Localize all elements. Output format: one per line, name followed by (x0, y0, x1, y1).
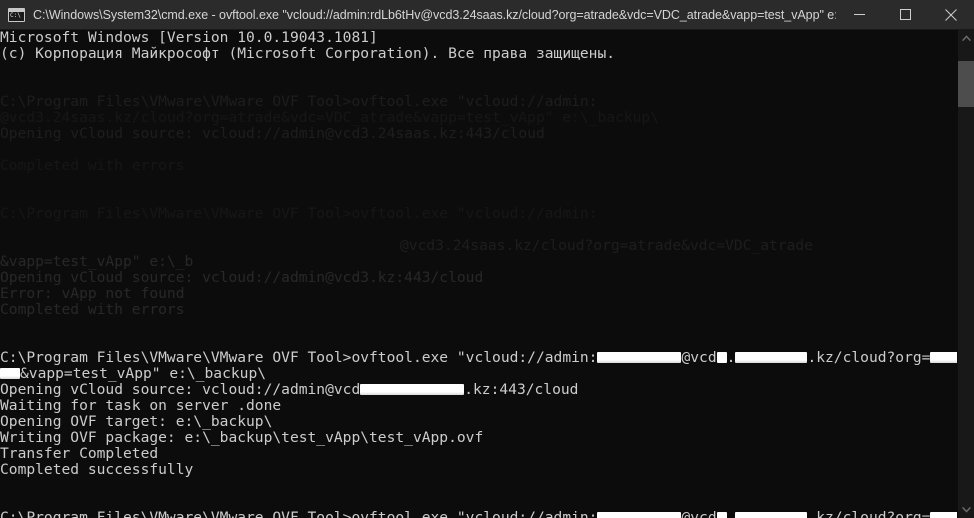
console-line-faded: @vcd3.24saas.kz/cloud?org=atrade&vdc=VDC… (400, 237, 813, 254)
console-line-faded: Opening vCloud source: vcloud://admin@vc… (0, 125, 545, 142)
maximize-button[interactable] (882, 0, 928, 30)
title-bar[interactable]: C:\Windows\System32\cmd.exe - ovftool.ex… (0, 0, 974, 30)
redacted-vdc-wrap (0, 368, 20, 379)
console-line-faded: C:\Program Files\VMware\VMware OVF Tool>… (0, 205, 598, 222)
scroll-up-arrow[interactable] (958, 30, 974, 47)
minimize-button[interactable] (836, 0, 882, 30)
command-arg: .kz/cloud?org= (807, 349, 931, 366)
console-command-line: C:\Program Files\VMware\VMware OVF Tool>… (0, 350, 957, 366)
redacted-org (930, 352, 957, 363)
minimize-icon (853, 14, 865, 15)
output-text: .kz:443/cloud (464, 381, 579, 398)
redacted-host-index (716, 352, 727, 363)
scroll-down-arrow[interactable] (958, 501, 974, 518)
chevron-up-icon (961, 35, 971, 42)
close-button[interactable] (928, 0, 974, 30)
console-output-line: Waiting for task on server .done (0, 397, 282, 414)
scroll-thumb[interactable] (958, 61, 974, 107)
console-text[interactable]: Microsoft Windows [Version 10.0.19043.10… (0, 30, 957, 518)
window-title: C:\Windows\System32\cmd.exe - ovftool.ex… (33, 7, 836, 22)
prompt-path: C:\Program Files\VMware\VMware OVF Tool>… (0, 509, 457, 518)
redacted-host-index (716, 512, 727, 518)
chevron-down-icon (961, 506, 971, 513)
console-output-line: Completed successfully (0, 461, 194, 478)
command-arg: . (726, 509, 736, 518)
redacted-domain (735, 512, 808, 518)
command-arg: &vapp=test_vApp" e:\_backup\ (20, 365, 267, 382)
output-text: Opening vCloud source: vcloud://admin@vc… (0, 381, 361, 398)
close-icon (945, 8, 957, 21)
console-command-line: C:\Program Files\VMware\VMware OVF Tool>… (0, 510, 957, 518)
console-line-faded: C:\Program Files\VMware\VMware OVF Tool>… (0, 93, 598, 110)
console-output-line: Opening OVF target: e:\_backup\ (0, 413, 273, 430)
console-line-faded: @vcd3.24saas.kz/cloud?org=atrade&vdc=VDC… (0, 109, 659, 126)
scrollbar-track[interactable] (958, 47, 974, 501)
console-output-line: Writing OVF package: e:\_backup\test_vAp… (0, 429, 484, 446)
redacted-hostname (360, 384, 465, 395)
console-line-faded: Completed with errors (0, 301, 185, 318)
console-line: Microsoft Windows [Version 10.0.19043.10… (0, 30, 378, 46)
command-arg: "vcloud://admin: (456, 349, 598, 366)
vertical-scrollbar[interactable] (957, 30, 974, 518)
command-arg: @vcd (681, 349, 717, 366)
redacted-org (930, 512, 957, 518)
console-line-faded: Error: vApp not found (0, 285, 185, 302)
command-arg: "vcloud://admin: (456, 509, 598, 518)
console-output-line: Opening vCloud source: vcloud://admin@vc… (0, 382, 957, 398)
redacted-domain (735, 352, 808, 363)
console-area[interactable]: Microsoft Windows [Version 10.0.19043.10… (0, 30, 974, 518)
maximize-icon (899, 9, 911, 20)
prompt-path: C:\Program Files\VMware\VMware OVF Tool>… (0, 349, 457, 366)
console-line-faded: Completed with errors (0, 157, 185, 174)
command-arg: @vcd (681, 509, 717, 518)
cmd-console-icon (8, 7, 25, 22)
redacted-password (597, 352, 682, 363)
console-line-faded: &vapp=test_vApp" e:\_b (0, 253, 194, 270)
redacted-password (597, 512, 682, 518)
cmd-window: C:\Windows\System32\cmd.exe - ovftool.ex… (0, 0, 974, 518)
command-arg: . (726, 349, 736, 366)
console-line-faded: Opening vCloud source: vcloud://admin@vc… (0, 269, 484, 286)
console-line: (c) Корпорация Майкрософт (Microsoft Cor… (0, 45, 616, 62)
console-output-line: Transfer Completed (0, 445, 159, 462)
console-command-continuation: &vapp=test_vApp" e:\_backup\ (0, 366, 957, 382)
command-arg: .kz/cloud?org= (807, 509, 931, 518)
